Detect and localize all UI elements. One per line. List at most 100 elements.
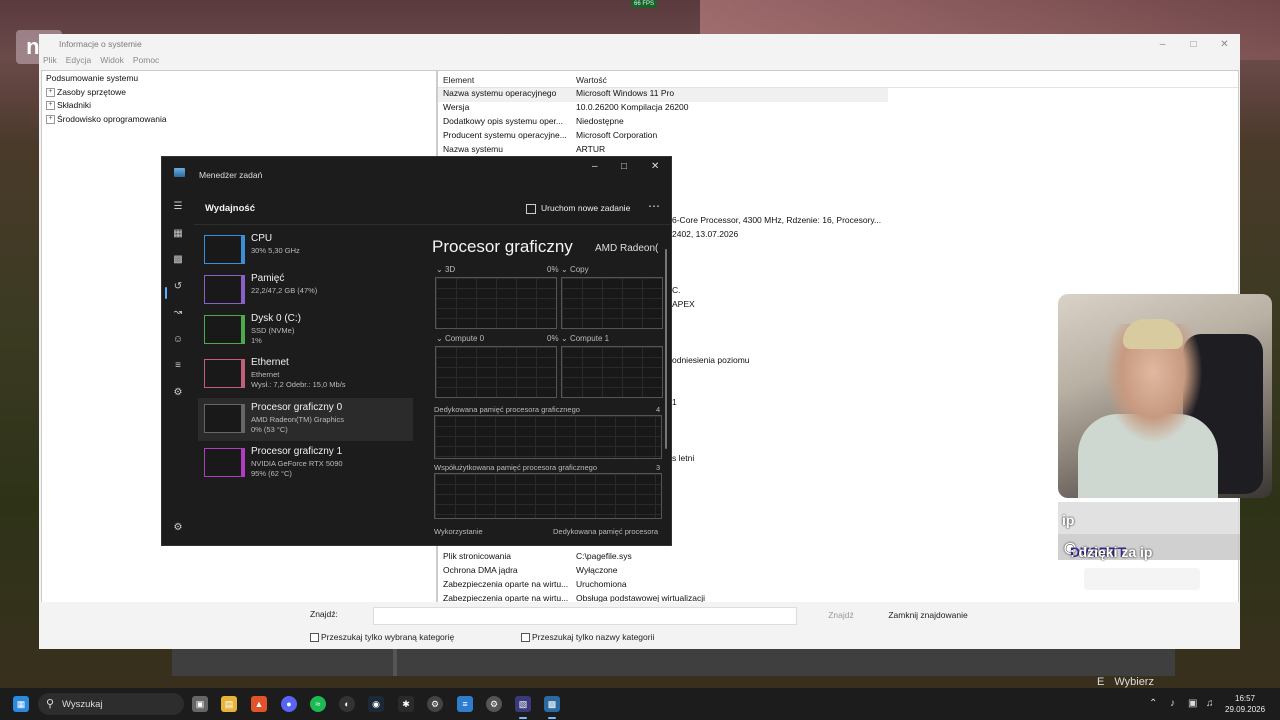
checkbox-icon[interactable] — [310, 633, 319, 643]
brave-browser-icon[interactable]: ▲ — [251, 696, 267, 712]
cell-value: ARTUR — [576, 144, 606, 154]
cell-value: C:\pagefile.sys — [576, 551, 632, 561]
engine-label-text: Compute 0 — [444, 334, 485, 343]
engine-label-copy[interactable]: ⌄ Copy — [561, 265, 589, 274]
active-indicator — [165, 287, 167, 299]
settings-alt-icon[interactable]: ⚙ — [486, 696, 502, 712]
menu-view[interactable]: Widok — [100, 55, 124, 65]
file-explorer-icon[interactable]: ▤ — [221, 696, 237, 712]
row-value-fragment: 6-Core Processor, 4300 MHz, Rdzenie: 16,… — [672, 215, 882, 225]
find-input[interactable] — [373, 607, 797, 625]
taskbar-search[interactable]: ⚲ Wyszukaj — [38, 693, 184, 715]
checkbox-icon[interactable] — [521, 633, 530, 643]
search-selected-category-checkbox[interactable]: Przeszukaj tylko wybraną kategorię — [310, 632, 454, 643]
volume-icon[interactable]: ♫ — [1206, 698, 1214, 709]
resource-name: CPU — [251, 233, 273, 244]
expand-icon[interactable]: + — [46, 88, 55, 98]
search-category-names-checkbox[interactable]: Przeszukaj tylko nazwy kategorii — [521, 632, 654, 643]
tree-item-hardware[interactable]: + Zasoby sprzętowe — [46, 87, 126, 98]
menu-file[interactable]: Plik — [43, 55, 57, 65]
resource-item-cpu[interactable]: CPU 30% 5,30 GHz — [198, 229, 413, 272]
obs-icon[interactable]: ◐ — [339, 696, 355, 712]
webcam-overlay — [1058, 294, 1272, 498]
row-value-fragment: C. — [672, 285, 681, 295]
resource-thumbnail — [204, 275, 245, 304]
task-manager-icon[interactable]: ▩ — [544, 696, 560, 712]
list-header: Element Wartość — [438, 71, 1238, 88]
graph-compute1 — [561, 346, 663, 398]
details-icon[interactable]: ≡ — [172, 360, 184, 372]
chat-text: ip — [1062, 512, 1075, 528]
startup-apps-icon[interactable]: ↝ — [172, 307, 184, 319]
clock[interactable]: 16:57 29.09.2026 — [1225, 693, 1265, 715]
resource-item-memory[interactable]: Pamięć 22,2/47,2 GB (47%) — [198, 269, 413, 312]
settings-gear-icon[interactable]: ⚙ — [172, 522, 184, 534]
new-task-icon — [526, 203, 536, 214]
taskmgr-titlebar[interactable]: Menedżer zadań – □ ✕ — [162, 157, 671, 191]
taskmgr-sidebar: ☰ ▦ ▩ ↺ ↝ ☺ ≡ ⚙ ⚙ — [162, 191, 194, 545]
cell-value: Wyłączone — [576, 565, 618, 575]
start-icon[interactable]: ▦ — [13, 696, 29, 712]
task-view-icon[interactable]: ▣ — [192, 696, 208, 712]
users-icon[interactable]: ☺ — [172, 334, 184, 346]
discord-icon[interactable]: ● — [281, 696, 297, 712]
row-value-fragment: s letni — [672, 453, 695, 463]
resource-item-ethernet[interactable]: Ethernet Ethernet Wysł.: 7,2 Odebr.: 15,… — [198, 353, 413, 396]
column-header-element[interactable]: Element — [443, 75, 474, 85]
network-icon[interactable]: ▣ — [1188, 698, 1197, 709]
close-icon[interactable]: ✕ — [1209, 34, 1240, 54]
close-find-button[interactable]: Zamknij znajdowanie — [885, 608, 971, 622]
engine-pct-compute0: 0% — [547, 334, 559, 343]
run-new-task-button[interactable]: Uruchom nowe zadanie — [526, 203, 630, 214]
expand-icon[interactable]: + — [46, 115, 55, 125]
engine-label-compute0[interactable]: ⌄ Compute 0 — [436, 334, 484, 343]
performance-icon[interactable]: ▩ — [172, 254, 184, 266]
scrollbar[interactable] — [665, 249, 667, 449]
more-options-icon[interactable]: ⋯ — [648, 199, 660, 213]
tray-overflow-icon[interactable]: ⌃ — [1149, 698, 1157, 709]
menu-edit[interactable]: Edycja — [66, 55, 92, 65]
graph-shared-memory — [434, 473, 662, 519]
cell-element: Nazwa systemu — [443, 144, 503, 154]
spotify-icon[interactable]: ≈ — [310, 696, 326, 712]
processes-icon[interactable]: ▦ — [172, 228, 184, 240]
resource-item-gpu1[interactable]: Procesor graficzny 1 NVIDIA GeForce RTX … — [198, 442, 413, 485]
microphone-icon[interactable]: ♪ — [1170, 698, 1175, 709]
app-icon[interactable]: ✱ — [398, 696, 414, 712]
settings-icon[interactable]: ⚙ — [427, 696, 443, 712]
menu-help[interactable]: Pomoc — [133, 55, 159, 65]
maximize-icon[interactable]: □ — [621, 161, 627, 172]
app-history-icon[interactable]: ↺ — [172, 281, 184, 293]
hamburger-menu-icon[interactable]: ☰ — [172, 201, 184, 213]
notepad-icon[interactable]: ≡ — [457, 696, 473, 712]
person-hair — [1123, 319, 1183, 349]
tree-item-components[interactable]: + Składniki — [46, 100, 92, 111]
find-button[interactable]: Znajdź — [802, 608, 880, 622]
shared-memory-label: Współużytkowana pamięć procesora graficz… — [434, 463, 597, 472]
table-row[interactable]: Nazwa systemu operacyjnego Microsoft Wind… — [438, 88, 888, 102]
find-label: Znajdź: — [310, 609, 338, 619]
maximize-icon[interactable]: □ — [1178, 34, 1209, 54]
tree-item-software[interactable]: + Środowisko oprogramowania — [46, 114, 167, 125]
resource-detail: 1% — [251, 336, 262, 345]
sysinfo-titlebar[interactable]: Informacje o systemie – □ ✕ — [39, 34, 1240, 54]
services-icon[interactable]: ⚙ — [172, 387, 184, 399]
tree-item-summary[interactable]: Podsumowanie systemu — [46, 73, 138, 83]
find-bar: Znajdź: Znajdź Zamknij znajdowanie Przes… — [39, 602, 1240, 649]
resource-item-disk[interactable]: Dysk 0 (C:) SSD (NVMe) 1% — [198, 309, 413, 352]
tree-item-label: Składniki — [57, 100, 92, 110]
cell-value: Microsoft Corporation — [576, 130, 658, 140]
minimize-icon[interactable]: – — [1147, 34, 1178, 54]
engine-label-compute1[interactable]: ⌄ Compute 1 — [561, 334, 609, 343]
resource-item-gpu0[interactable]: Procesor graficzny 0 AMD Radeon(TM) Grap… — [198, 398, 413, 441]
resource-thumbnail — [204, 235, 245, 264]
expand-icon[interactable]: + — [46, 101, 55, 111]
engine-label-3d[interactable]: ⌄ 3D — [436, 265, 455, 274]
engine-label-text: Copy — [569, 265, 589, 274]
close-icon[interactable]: ✕ — [651, 161, 659, 172]
system-info-icon[interactable]: ▧ — [515, 696, 531, 712]
minimize-icon[interactable]: – — [592, 161, 598, 172]
row-value-fragment: APEX — [672, 299, 695, 309]
steam-icon[interactable]: ◉ — [368, 696, 384, 712]
column-header-value[interactable]: Wartość — [576, 75, 607, 85]
